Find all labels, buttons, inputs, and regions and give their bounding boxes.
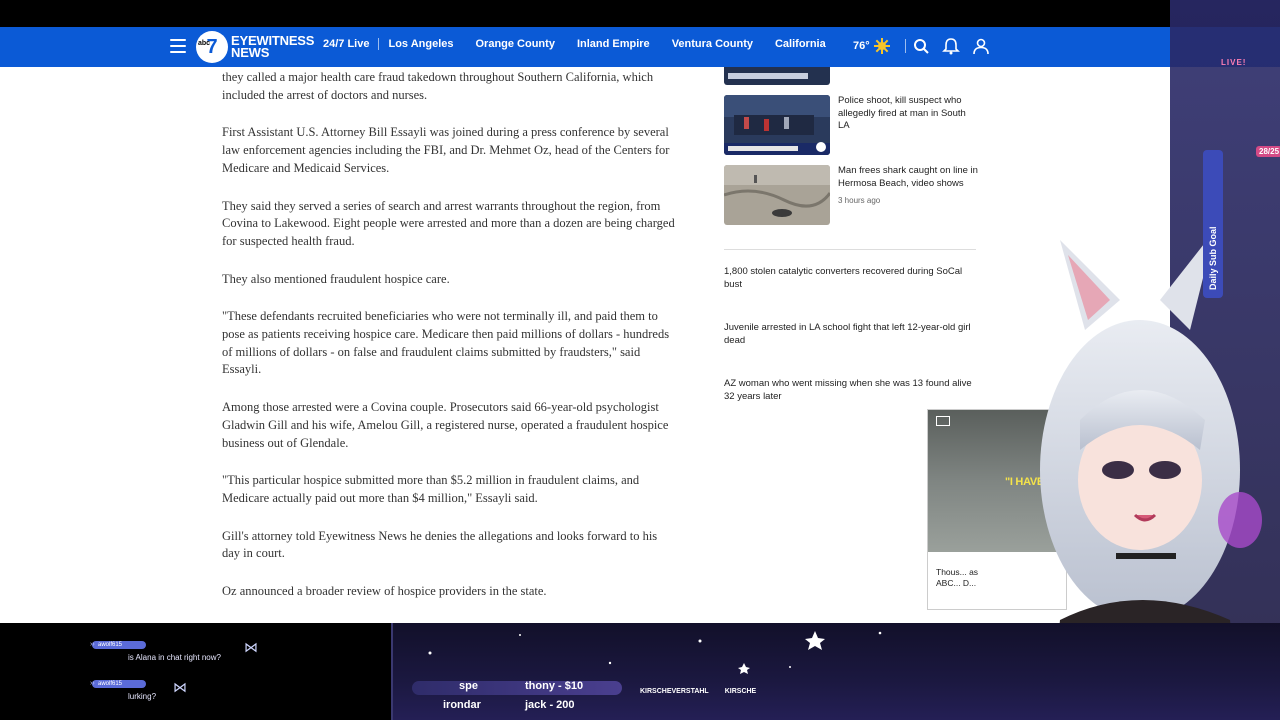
story-thumbnail[interactable] bbox=[724, 95, 830, 155]
story-thumbnail[interactable] bbox=[724, 165, 830, 225]
chat-arrow-icon: ›› bbox=[90, 641, 95, 648]
sun-cloud-icon bbox=[873, 38, 890, 54]
chat-username: awolf615 bbox=[92, 641, 146, 649]
chat-text: lurking? bbox=[128, 692, 157, 701]
nav-link-live[interactable]: 24/7 Live bbox=[323, 38, 369, 50]
text-story-link[interactable]: 1,800 stolen catalytic converters recove… bbox=[724, 266, 976, 291]
text-story-link[interactable]: Juvenile arrested in LA school fight tha… bbox=[724, 322, 976, 347]
ticker-item: spe bbox=[459, 680, 478, 692]
article-body: they called a major health care fraud ta… bbox=[222, 67, 677, 621]
nav-link-orange-county[interactable]: Orange County bbox=[475, 38, 554, 50]
search-icon[interactable] bbox=[912, 37, 930, 55]
notification-bell-icon[interactable] bbox=[942, 37, 960, 55]
primary-nav: 24/7 Live Los Angeles Orange County Inla… bbox=[323, 38, 826, 50]
live-badge: LIVE! bbox=[1221, 58, 1247, 67]
vtuber-avatar bbox=[1040, 0, 1280, 720]
article-paragraph: They also mentioned fraudulent hospice c… bbox=[222, 271, 450, 286]
article-paragraph: First Assistant U.S. Attorney Bill Essay… bbox=[222, 125, 670, 175]
story-card[interactable]: Police shoot, kill suspect who allegedly… bbox=[724, 95, 978, 155]
stream-chat-box: ›› awolf615 is Alana in chat right now? … bbox=[0, 623, 393, 720]
story-headline[interactable]: Man frees shark caught on line in Hermos… bbox=[838, 165, 978, 190]
vtuber-avatar-area bbox=[1040, 0, 1280, 720]
logo-wordmark: EYEWITNESS NEWS bbox=[231, 33, 315, 60]
site-logo[interactable]: abc 7 EYEWITNESS NEWS bbox=[196, 31, 314, 63]
stream-overlay-bottom: ›› awolf615 is Alana in chat right now? … bbox=[0, 623, 1280, 720]
social-handle: KIRSCHEVERSTAHL bbox=[640, 688, 709, 695]
picture-in-picture-icon[interactable] bbox=[936, 416, 950, 426]
donation-ticker-bar bbox=[412, 681, 622, 695]
nav-link-inland-empire[interactable]: Inland Empire bbox=[577, 38, 650, 50]
chat-username: awolf615 bbox=[92, 680, 146, 688]
account-icon[interactable] bbox=[972, 37, 990, 55]
ticker-item: jack - 200 bbox=[525, 699, 575, 711]
article-paragraph: Oz announced a broader review of hospice… bbox=[222, 584, 547, 599]
nav-link-los-angeles[interactable]: Los Angeles bbox=[388, 38, 453, 50]
weather-widget[interactable]: 76° bbox=[853, 38, 890, 54]
story-card[interactable]: Man frees shark caught on line in Hermos… bbox=[724, 165, 978, 225]
ticker-item: irondar bbox=[443, 699, 481, 711]
story-headline[interactable]: Police shoot, kill suspect who allegedly… bbox=[838, 95, 978, 133]
nav-link-ventura-county[interactable]: Ventura County bbox=[672, 38, 753, 50]
text-story-link[interactable]: AZ woman who went missing when she was 1… bbox=[724, 378, 976, 403]
bow-icon: ⋈ bbox=[173, 679, 187, 695]
article-paragraph: They said they served a series of search… bbox=[222, 198, 675, 248]
article-paragraph: Among those arrested were a Covina coupl… bbox=[222, 400, 669, 450]
ticker-item: thony - $10 bbox=[525, 680, 584, 692]
article-paragraph: "This particular hospice submitted more … bbox=[222, 473, 640, 505]
video-title[interactable]: Thous... as ABC... D... bbox=[936, 567, 996, 589]
social-handle: KIRSCHE bbox=[724, 688, 757, 695]
abc7-logo-mark: abc 7 bbox=[196, 31, 228, 63]
chat-message: ›› awolf615 lurking? bbox=[90, 680, 157, 701]
story-thumbnail[interactable] bbox=[724, 67, 830, 85]
chat-text: is Alana in chat right now? bbox=[128, 653, 221, 662]
nav-divider bbox=[905, 39, 906, 53]
menu-icon[interactable] bbox=[170, 39, 186, 53]
article-paragraph: "These defendants recruited beneficiarie… bbox=[222, 309, 670, 377]
story-timestamp: 3 hours ago bbox=[838, 196, 881, 206]
nav-divider bbox=[378, 38, 380, 50]
chat-message: ›› awolf615 is Alana in chat right now? bbox=[90, 641, 221, 662]
sub-goal-count: 28/25 bbox=[1256, 146, 1280, 157]
temperature: 76° bbox=[853, 40, 870, 52]
divider bbox=[724, 249, 976, 250]
article-paragraph: Gill's attorney told Eyewitness News he … bbox=[222, 528, 658, 561]
social-handles: KIRSCHEVERSTAHL KIRSCHE bbox=[640, 688, 756, 695]
sub-goal-label: Daily Sub Goal bbox=[1208, 226, 1218, 290]
bow-icon: ⋈ bbox=[244, 639, 258, 655]
nav-link-california[interactable]: California bbox=[775, 38, 826, 50]
chat-arrow-icon: ›› bbox=[90, 680, 95, 687]
article-paragraph: they called a major health care fraud ta… bbox=[222, 70, 654, 102]
